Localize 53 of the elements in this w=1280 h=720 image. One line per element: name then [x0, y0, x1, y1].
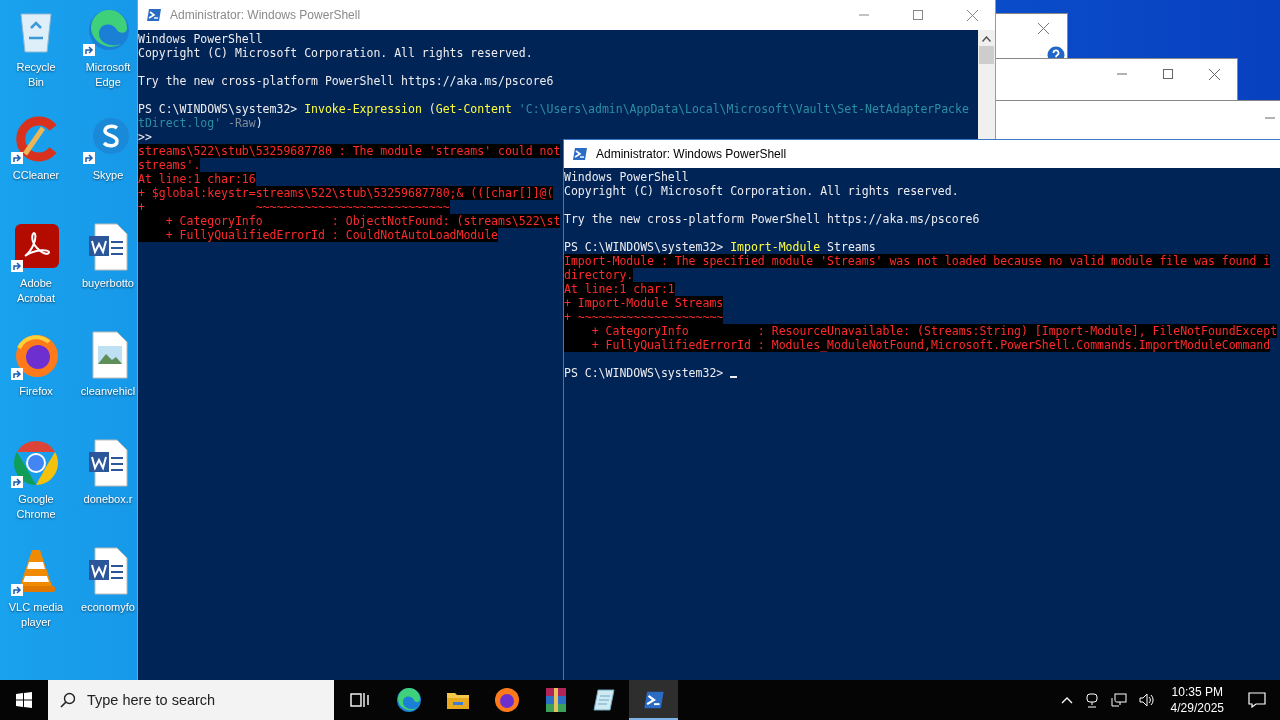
desktop-icon-label[interactable]: cleanvehicl	[80, 384, 136, 399]
desktop-icon-label[interactable]: buyerbotto	[82, 276, 134, 291]
clock-date: 4/29/2025	[1170, 700, 1224, 716]
volume-icon	[1138, 693, 1155, 707]
console-line: Windows PowerShell	[564, 170, 690, 184]
close-icon	[1208, 68, 1220, 80]
console-line: Try the new cross-platform PowerShell https://aka.ms/pscore6	[564, 212, 981, 226]
edge-icon	[395, 687, 422, 713]
book-stack-icon	[543, 687, 568, 713]
console-line: Copyright (C) Microsoft Corporation. All rights reserved.	[138, 46, 534, 60]
desktop-icon-label[interactable]: Skype	[92, 168, 124, 183]
desktop-icon-label[interactable]: CCleaner	[12, 168, 60, 183]
powershell-icon	[146, 7, 162, 23]
notepad-icon	[591, 688, 618, 712]
task-view-icon	[349, 691, 370, 709]
console-line: tDirect.log' -Raw)	[138, 116, 264, 130]
console-line: PS C:\WINDOWS\system32> Invoke-Expression (Get-Content 'C:\Users\admin\AppData\Local\Microsoft\Vault\Set-NetAdapterPacke	[138, 102, 970, 116]
console-line: Try the new cross-platform PowerShell https://aka.ms/pscore6	[138, 74, 555, 88]
speech-bubble-icon	[1248, 692, 1266, 708]
folder-icon	[445, 690, 470, 710]
search-field[interactable]: Type here to search	[48, 680, 334, 720]
desktop-icon-label[interactable]: Microsoft Edge	[80, 60, 136, 90]
powershell-icon	[642, 689, 665, 711]
taskbar-app-button[interactable]	[629, 680, 678, 720]
desktop-icon-label[interactable]: Recycle Bin	[8, 60, 64, 90]
maximize-icon	[913, 10, 923, 20]
desktop-icon-label[interactable]: Adobe Acrobat	[8, 276, 64, 306]
chevron-up-icon	[1060, 696, 1073, 704]
scrollbar[interactable]	[978, 30, 995, 140]
desktop-icon-label[interactable]: Google Chrome	[8, 492, 64, 522]
console-line: Copyright (C) Microsoft Corporation. All rights reserved.	[564, 184, 960, 198]
console-line: Windows PowerShell	[138, 32, 264, 46]
console-line: PS C:\WINDOWS\system32> Import-Module Streams	[564, 240, 877, 254]
clock-time: 10:35 PM	[1171, 684, 1223, 700]
maximize-icon	[1163, 69, 1173, 79]
close-icon	[1038, 23, 1049, 34]
windows-logo-icon	[16, 692, 32, 708]
powershell-icon	[572, 146, 588, 162]
window-title: Administrator: Windows PowerShell	[596, 147, 787, 161]
desktop-icon-label[interactable]: VLC media player	[8, 600, 64, 630]
console-line: >>	[138, 130, 153, 144]
firefox-icon	[493, 687, 520, 713]
network-icon	[1110, 693, 1127, 707]
close-icon	[966, 9, 978, 21]
desktop-icon-label[interactable]: economyfo	[81, 600, 135, 615]
console-line: PS C:\WINDOWS\system32>	[564, 366, 1280, 380]
desktop-icon-label[interactable]: donebox.r	[83, 492, 133, 507]
scroll-thumb[interactable]	[979, 46, 994, 64]
window-title: Administrator: Windows PowerShell	[170, 8, 361, 22]
chrome-icon	[11, 438, 61, 488]
desktop-icon-label[interactable]: Firefox	[19, 384, 53, 399]
scroll-up-icon	[982, 36, 991, 42]
search-icon	[60, 692, 76, 708]
